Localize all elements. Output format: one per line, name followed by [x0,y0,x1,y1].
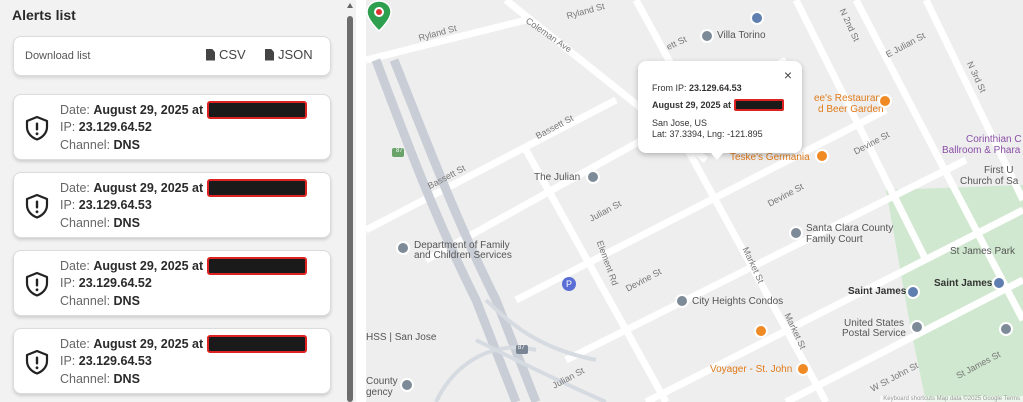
alert-card[interactable]: Date: August 29, 2025 at IP: 23.129.64.5… [13,94,331,160]
alert-ip: IP: 23.129.64.53 [60,198,152,212]
poi-label[interactable]: St James Park [950,246,1015,257]
poi-label[interactable]: First U [984,165,1013,176]
mail-icon[interactable] [910,320,924,334]
alert-channel: Channel: DNS [60,216,140,230]
place-pin-icon[interactable] [700,29,714,43]
place-pin-icon[interactable] [999,322,1013,336]
file-code-icon [265,48,274,61]
alert-ip: IP: 23.129.64.53 [60,354,152,368]
poi-label[interactable]: Voyager - St. John [710,364,792,375]
restaurant-icon[interactable] [878,94,892,108]
poi-label[interactable]: and Children Services [414,250,512,261]
parking-icon[interactable]: P [562,277,576,291]
alert-date: Date: August 29, 2025 at [60,101,307,119]
scrollbar[interactable] [344,0,356,402]
popup-coords: Lat: 37.3394, Lng: -121.895 [652,129,763,139]
poi-label[interactable]: Saint James [934,278,992,289]
ip-info-popup: × From IP: 23.129.64.53 August 29, 2025 … [638,61,802,153]
alert-channel: Channel: DNS [60,138,140,152]
csv-label: CSV [219,47,246,62]
transit-icon[interactable] [906,285,920,299]
poi-label[interactable]: Santa Clara County [806,223,893,234]
shield-alert-icon [25,193,49,219]
transit-icon[interactable] [750,11,764,25]
shield-alert-icon [25,349,49,375]
scrollbar-thumb[interactable] [347,16,353,402]
poi-label[interactable]: Ballroom & Phara [942,145,1020,156]
alert-card[interactable]: Date: August 29, 2025 at IP: 23.129.64.5… [13,328,331,394]
poi-label[interactable]: Postal Service [842,328,906,339]
popup-from-ip: From IP: 23.129.64.53 [652,83,742,93]
redacted-time [206,179,307,197]
popup-location: San Jose, US [652,118,708,128]
poi-label[interactable]: Family Court [806,234,863,245]
alert-card[interactable]: Date: August 29, 2025 at IP: 23.129.64.5… [13,172,331,238]
redacted-time [206,257,307,275]
place-pin-icon[interactable] [675,294,689,308]
poi-label[interactable]: The Julian [534,172,580,183]
file-icon [206,48,215,61]
place-pin-icon[interactable] [586,170,600,184]
shield-alert-icon [25,271,49,297]
poi-label[interactable]: ee's Restaurant [814,93,884,104]
poi-label[interactable]: County [366,376,398,387]
download-card: Download list CSV JSON [13,36,331,76]
transit-icon[interactable] [992,276,1006,290]
place-pin-icon[interactable] [400,378,414,392]
alert-date: Date: August 29, 2025 at [60,335,307,353]
route-87-shield: 87 [396,148,403,154]
redacted-time [206,101,307,119]
popup-date: August 29, 2025 at [652,99,784,111]
poi-label[interactable]: Saint James [848,286,906,297]
download-json-button[interactable]: JSON [265,47,313,62]
poi-label[interactable]: Church of Sa [960,176,1018,187]
close-icon[interactable]: × [784,67,792,83]
scroll-up-arrow-icon[interactable] [347,3,353,8]
redacted-time [206,335,307,353]
panel-title: Alerts list [12,7,76,23]
alerts-panel: Alerts list Download list CSV JSON Date:… [0,0,356,402]
route-87-shield: 87 [518,345,525,351]
alert-date: Date: August 29, 2025 at [60,257,307,275]
poi-label[interactable]: Villa Torino [717,30,766,41]
alert-channel: Channel: DNS [60,294,140,308]
place-pin-icon[interactable] [396,241,410,255]
shield-alert-icon [25,115,49,141]
map[interactable]: Ryland St Ryland St Coleman Ave ett St B… [366,0,1023,402]
download-csv-button[interactable]: CSV [206,47,246,62]
alert-card[interactable]: Date: August 29, 2025 at IP: 23.129.64.5… [13,250,331,316]
map-attribution: Keyboard shortcuts Map data ©2025 Google… [880,396,1023,402]
poi-label[interactable]: Teske's Germania [730,152,810,163]
popup-tail [710,152,724,160]
alert-ip: IP: 23.129.64.52 [60,120,152,134]
cafe-icon[interactable] [754,324,768,338]
poi-label[interactable]: HSS | San Jose [366,332,436,343]
poi-label[interactable]: gency [366,387,393,398]
alert-date: Date: August 29, 2025 at [60,179,307,197]
courthouse-icon[interactable] [789,226,803,240]
cafe-icon[interactable] [796,362,810,376]
poi-label[interactable]: d Beer Garden [818,104,884,115]
json-label: JSON [278,47,313,62]
location-marker-icon[interactable] [366,0,392,32]
poi-label[interactable]: City Heights Condos [692,296,783,307]
redacted-time [733,99,784,111]
download-label: Download list [25,50,91,62]
poi-label[interactable]: Corinthian C [966,134,1022,145]
alert-ip: IP: 23.129.64.52 [60,276,152,290]
restaurant-icon[interactable] [815,149,829,163]
alert-channel: Channel: DNS [60,372,140,386]
